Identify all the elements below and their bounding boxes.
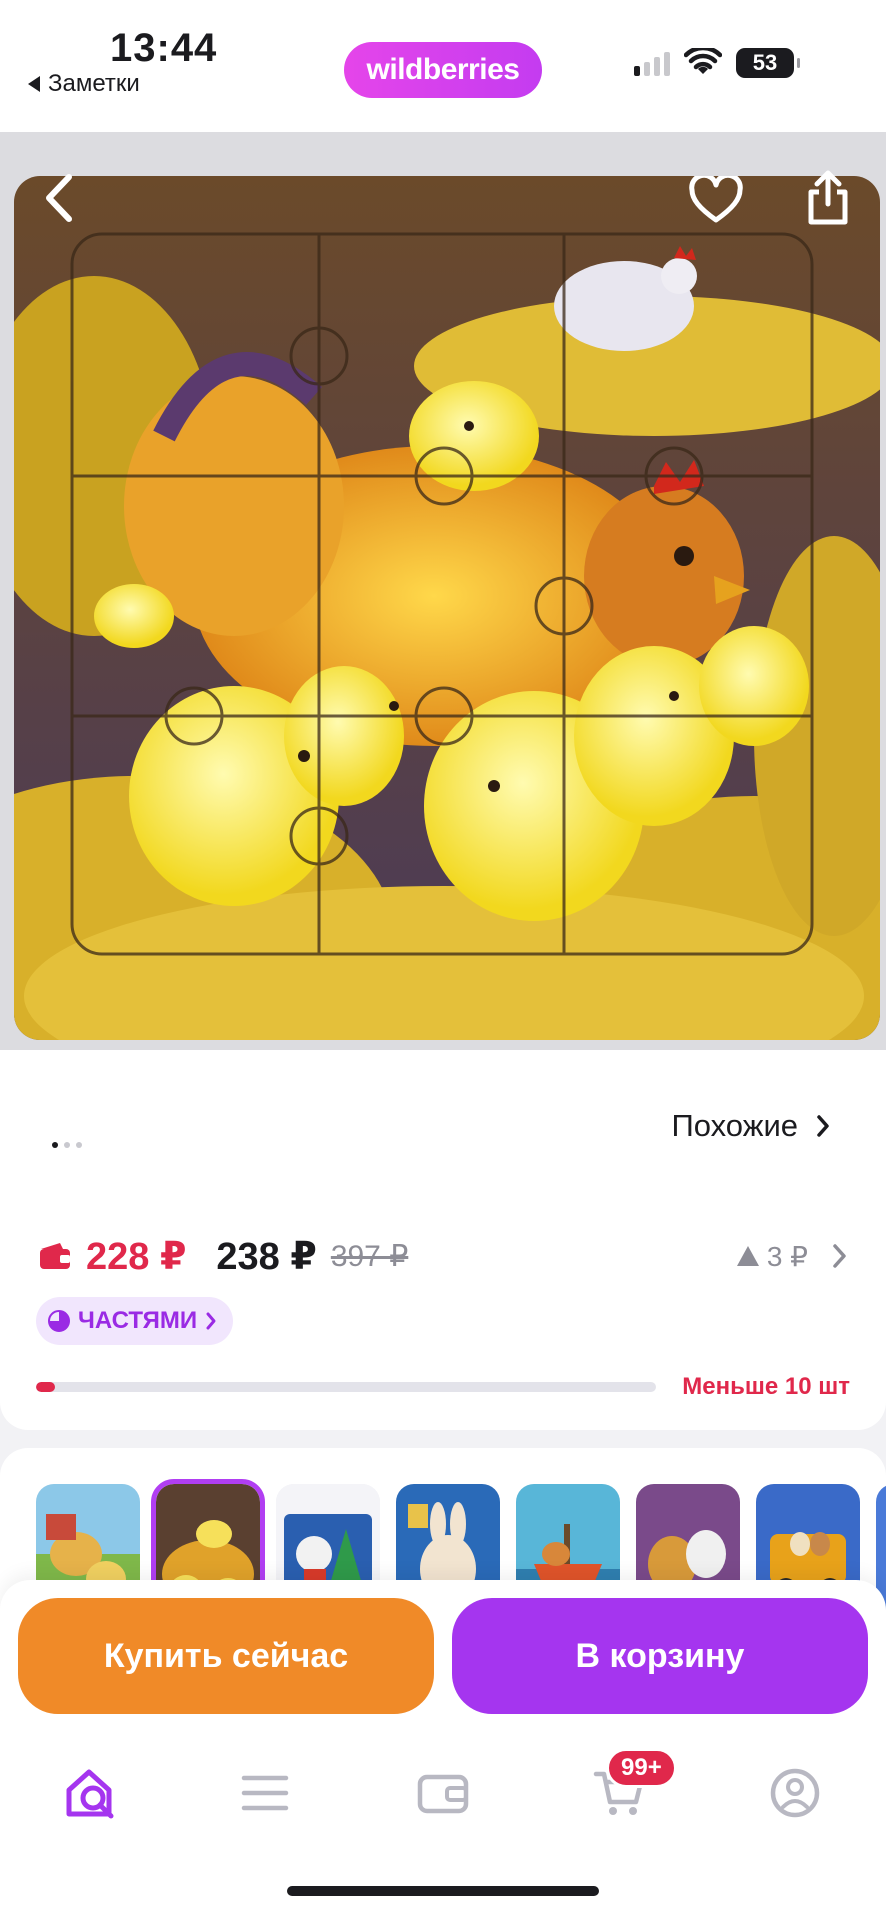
wifi-icon [684,48,722,74]
installments-badge[interactable]: ЧАСТЯМИ [36,1297,234,1345]
status-time: 13:44 [110,26,218,70]
home-indicator[interactable] [287,1886,599,1896]
tab-catalog[interactable] [230,1758,300,1828]
add-to-cart-button[interactable]: В корзину [452,1598,868,1714]
cart-count-badge: 99+ [606,1748,677,1788]
current-price: 238 ₽ [216,1235,317,1278]
stock-progress-fill [36,1382,55,1392]
stock-progress-bar [36,1382,656,1392]
triangle-up-icon [736,1246,759,1266]
similar-label: Похожие [671,1108,798,1143]
chevron-right-icon [817,1115,829,1137]
chevron-right-icon [206,1312,216,1330]
pagination-dot [76,1142,82,1148]
tab-profile[interactable] [760,1758,830,1828]
back-app-label: Заметки [48,70,140,97]
back-arrow-icon [28,76,40,92]
wallet-price: 228 ₽ [86,1235,187,1278]
battery-icon: 53 [736,48,800,78]
back-to-app-link[interactable]: Заметки [28,70,140,98]
system-icons: 53 [634,48,800,78]
product-gallery[interactable] [0,132,886,1142]
product-screen: 13:44 Заметки wildberries 53 Похожие 228… [0,0,886,1920]
share-button[interactable] [796,166,860,230]
price-delta: 3 ₽ [766,1240,808,1272]
profile-icon [770,1768,820,1818]
tab-wallet[interactable] [408,1758,478,1828]
price-row: 228 ₽ 238 ₽ 397 ₽ 3 ₽ [38,1232,848,1280]
home-search-icon [66,1769,114,1819]
status-bar: 13:44 Заметки wildberries 53 [0,0,886,132]
tab-home[interactable] [56,1758,126,1828]
stock-label: Меньше 10 шт [682,1373,850,1400]
heart-icon [689,176,743,223]
installments-label: ЧАСТЯМИ [78,1307,198,1334]
tab-bar [0,1740,886,1850]
similar-products-link[interactable]: Похожие [671,1108,830,1144]
chevron-left-icon [46,174,72,222]
price-history-link[interactable]: 3 ₽ [736,1240,848,1273]
menu-icon [241,1775,289,1811]
gallery-pagination [52,1142,82,1148]
favorite-button[interactable] [684,168,748,232]
wallet-icon [417,1774,469,1814]
wildberries-logo: wildberries [344,42,542,98]
pagination-dot [52,1142,58,1148]
wallet-icon [40,1243,70,1269]
buy-now-button[interactable]: Купить сейчас [18,1598,434,1714]
share-icon [808,170,848,225]
old-price: 397 ₽ [330,1239,409,1273]
product-photo[interactable] [14,176,880,1040]
pie-chart-icon [48,1310,70,1332]
pagination-dot [64,1142,70,1148]
chevron-right-icon [833,1244,846,1268]
cellular-signal-icon [634,50,670,76]
back-button[interactable] [26,166,90,230]
